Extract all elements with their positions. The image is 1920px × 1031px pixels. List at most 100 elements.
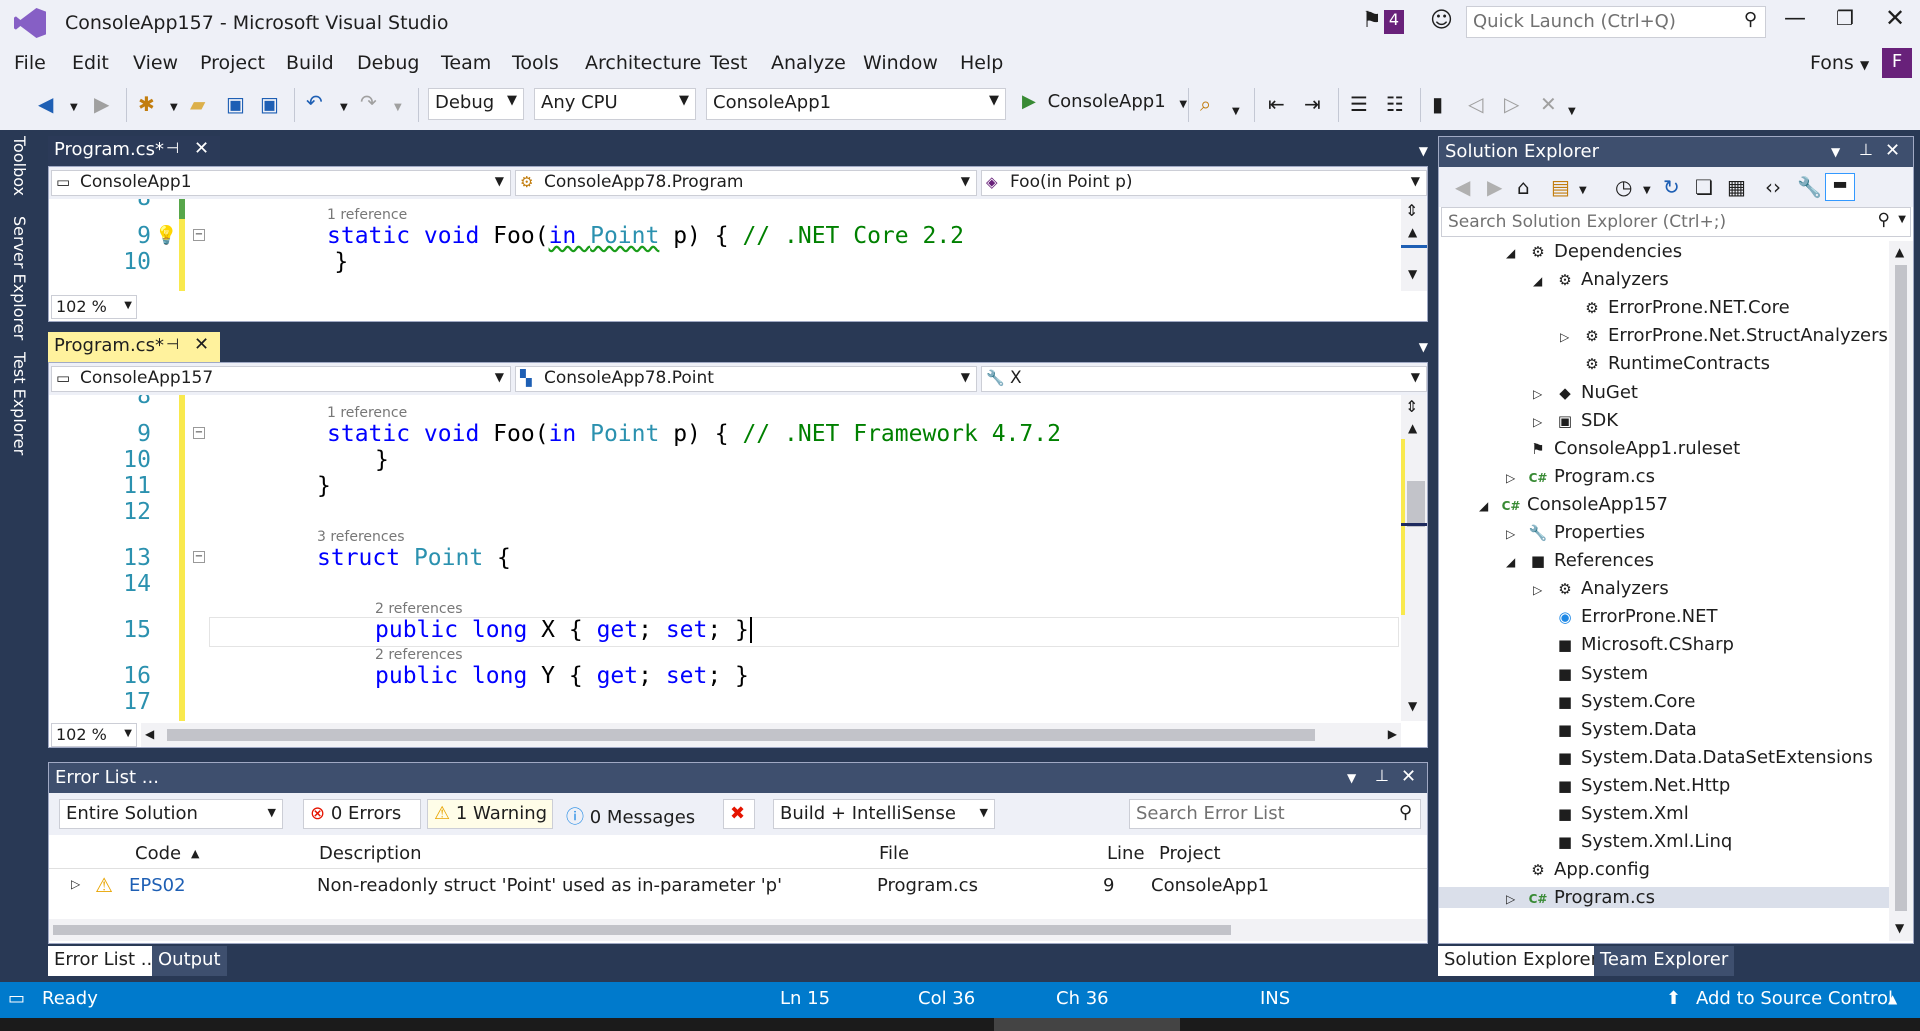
scroll-down-icon[interactable]: ▼ xyxy=(1408,267,1417,281)
menu-view[interactable]: View xyxy=(133,52,178,74)
expand-toggle-icon[interactable]: ▷ xyxy=(1533,415,1553,429)
tab-test-explorer[interactable]: Test Explorer xyxy=(10,352,29,455)
refresh-icon[interactable]: ↻ xyxy=(1663,177,1680,197)
tab-output[interactable]: Output xyxy=(152,946,227,976)
column-header-description[interactable]: Description xyxy=(319,843,422,864)
overflow-icon[interactable]: ▼ xyxy=(1232,102,1240,122)
menu-tools[interactable]: Tools xyxy=(512,52,559,74)
add-to-source-control-button[interactable]: Add to Source Control xyxy=(1696,988,1893,1009)
tab-program-cs-bottom[interactable]: Program.cs* ⊣ ✕ xyxy=(48,332,220,362)
tree-item[interactable]: ◢ C# ConsoleApp157 xyxy=(1479,494,1668,515)
undo-dropdown-icon[interactable]: ▼ xyxy=(340,98,348,118)
split-icon[interactable]: ⇕ xyxy=(1405,201,1418,220)
pin-icon[interactable]: ⊣ xyxy=(166,139,179,157)
show-all-files-icon[interactable]: ▦ xyxy=(1727,177,1746,197)
solution-platform-select[interactable]: Any CPU ▼ xyxy=(534,88,696,120)
column-header-line[interactable]: Line xyxy=(1107,843,1145,864)
back-dropdown-icon[interactable]: ▼ xyxy=(70,98,78,118)
horizontal-scrollbar[interactable] xyxy=(49,919,1427,941)
expand-toggle-icon[interactable]: ◢ xyxy=(1533,274,1553,288)
menu-edit[interactable]: Edit xyxy=(72,52,109,74)
lightbulb-icon[interactable]: 💡 xyxy=(155,225,177,246)
type-nav-select[interactable]: ⚙ ConsoleApp78.Program ▼ xyxy=(515,170,977,196)
navigate-forward-icon[interactable]: ▶ xyxy=(94,94,109,114)
menu-build[interactable]: Build xyxy=(286,52,334,74)
pending-changes-icon[interactable]: ◷ xyxy=(1615,177,1632,197)
error-code-link[interactable]: EPS02 xyxy=(129,875,186,896)
tree-item[interactable]: ▷ ⚙ Analyzers xyxy=(1533,578,1669,599)
expand-toggle-icon[interactable]: ▷ xyxy=(1560,330,1580,344)
clear-filter-button[interactable]: ✖ xyxy=(723,799,755,829)
scroll-up-icon[interactable]: ▲ xyxy=(1895,245,1904,259)
split-icon[interactable]: ⇕ xyxy=(1405,397,1418,416)
upload-arrow-icon[interactable]: ⬆ xyxy=(1666,988,1681,1009)
scroll-thumb[interactable] xyxy=(167,729,1315,741)
start-debugging-button[interactable]: ▶ ConsoleApp1 ▼ xyxy=(1018,88,1191,120)
collapse-toggle[interactable]: − xyxy=(193,229,205,241)
tab-overflow-icon[interactable]: ▼ xyxy=(1419,144,1428,158)
menu-test[interactable]: Test xyxy=(710,52,747,74)
codelens-references[interactable]: 3 references xyxy=(317,529,405,545)
table-row[interactable]: ▷ ⚠ EPS02 Non-readonly struct 'Point' us… xyxy=(49,871,1427,901)
codelens-references[interactable]: 1 reference xyxy=(327,405,407,421)
redo-icon[interactable]: ↷ xyxy=(360,92,377,112)
switch-views-dropdown-icon[interactable]: ▼ xyxy=(1579,181,1587,201)
open-folder-icon[interactable]: ▰ xyxy=(190,94,205,114)
expand-toggle-icon[interactable]: ◢ xyxy=(1506,246,1526,260)
horizontal-scrollbar[interactable]: ◀ ▶ xyxy=(141,723,1401,747)
user-dropdown-icon[interactable]: ▼ xyxy=(1860,58,1869,72)
maximize-button[interactable]: ❐ xyxy=(1836,6,1854,30)
startup-project-select[interactable]: ConsoleApp1 ▼ xyxy=(706,88,1006,120)
scroll-up-icon[interactable]: ▲ xyxy=(1408,225,1417,239)
tab-overflow-icon[interactable]: ▼ xyxy=(1419,340,1428,354)
scroll-thumb[interactable] xyxy=(1407,481,1425,527)
zoom-level-bottom[interactable]: 102 % ▼ xyxy=(51,723,137,747)
tab-error-list[interactable]: Error List ... xyxy=(48,946,164,976)
codelens-references[interactable]: 2 references xyxy=(375,647,463,663)
pin-icon[interactable]: ⊣ xyxy=(166,335,179,353)
save-icon[interactable]: ▣ xyxy=(226,94,245,114)
back-icon[interactable]: ◀ xyxy=(1455,177,1470,197)
tab-program-cs-top[interactable]: Program.cs* ⊣ ✕ xyxy=(48,136,220,166)
close-icon[interactable]: ✕ xyxy=(1401,766,1416,787)
bookmark-icon[interactable]: ▮ xyxy=(1432,94,1443,114)
switch-views-icon[interactable]: ▤ xyxy=(1551,177,1570,197)
menu-architecture[interactable]: Architecture xyxy=(585,52,701,74)
expand-toggle-icon[interactable]: ◢ xyxy=(1506,555,1526,569)
scroll-thumb[interactable] xyxy=(53,925,1231,935)
tree-item[interactable]: ⚙ RuntimeContracts xyxy=(1560,353,1770,374)
collapse-toggle[interactable]: − xyxy=(193,427,205,439)
tree-item[interactable]: ■ Microsoft.CSharp xyxy=(1533,634,1734,655)
tree-item[interactable]: ▷ ▣ SDK xyxy=(1533,410,1618,431)
redo-dropdown-icon[interactable]: ▼ xyxy=(394,98,402,118)
build-filter-select[interactable]: Build + IntelliSense ▼ xyxy=(773,799,995,829)
messages-filter-button[interactable]: ⓘ 0 Messages xyxy=(559,799,695,829)
user-name[interactable]: Fons xyxy=(1810,52,1854,74)
menu-analyze[interactable]: Analyze xyxy=(771,52,846,74)
pin-icon[interactable]: ⊥ xyxy=(1859,140,1873,159)
expand-toggle-icon[interactable]: ▷ xyxy=(1506,471,1526,485)
column-header-code[interactable]: Code xyxy=(135,843,181,864)
codelens-references[interactable]: 2 references xyxy=(375,601,463,617)
tree-item[interactable]: ▷ ◆ NuGet xyxy=(1533,382,1638,403)
menu-help[interactable]: Help xyxy=(960,52,1003,74)
tree-item[interactable]: ◉ ErrorProne.NET xyxy=(1533,606,1717,627)
zoom-level-top[interactable]: 102 % ▼ xyxy=(51,295,137,319)
member-nav-select[interactable]: ◈ Foo(in Point p) ▼ xyxy=(981,170,1427,196)
tree-item[interactable]: ▷ 🔧 Properties xyxy=(1506,522,1645,543)
project-nav-select[interactable]: ▭ ConsoleApp1 ▼ xyxy=(51,170,511,196)
prev-bookmark-icon[interactable]: ◁ xyxy=(1468,94,1483,114)
pin-icon[interactable]: ⊥ xyxy=(1375,766,1389,785)
tree-item[interactable]: ■ System xyxy=(1533,663,1648,684)
notification-badge[interactable]: 4 xyxy=(1384,10,1404,34)
scroll-down-icon[interactable]: ▼ xyxy=(1408,699,1417,713)
next-bookmark-icon[interactable]: ▷ xyxy=(1504,94,1519,114)
column-header-file[interactable]: File xyxy=(879,843,909,864)
vertical-scrollbar[interactable]: ▲ ▼ xyxy=(1889,241,1913,941)
output-window-icon[interactable]: ▭ xyxy=(8,988,25,1009)
tab-team-explorer[interactable]: Team Explorer xyxy=(1594,946,1735,976)
tree-item[interactable]: ⚙ ErrorProne.NET.Core xyxy=(1560,297,1789,318)
code-area-bottom[interactable]: 8 9 − 1 reference static void Foo(in Poi… xyxy=(49,395,1399,721)
overflow-icon[interactable]: ▼ xyxy=(1568,102,1576,122)
expand-toggle-icon[interactable]: ▷ xyxy=(1533,387,1553,401)
